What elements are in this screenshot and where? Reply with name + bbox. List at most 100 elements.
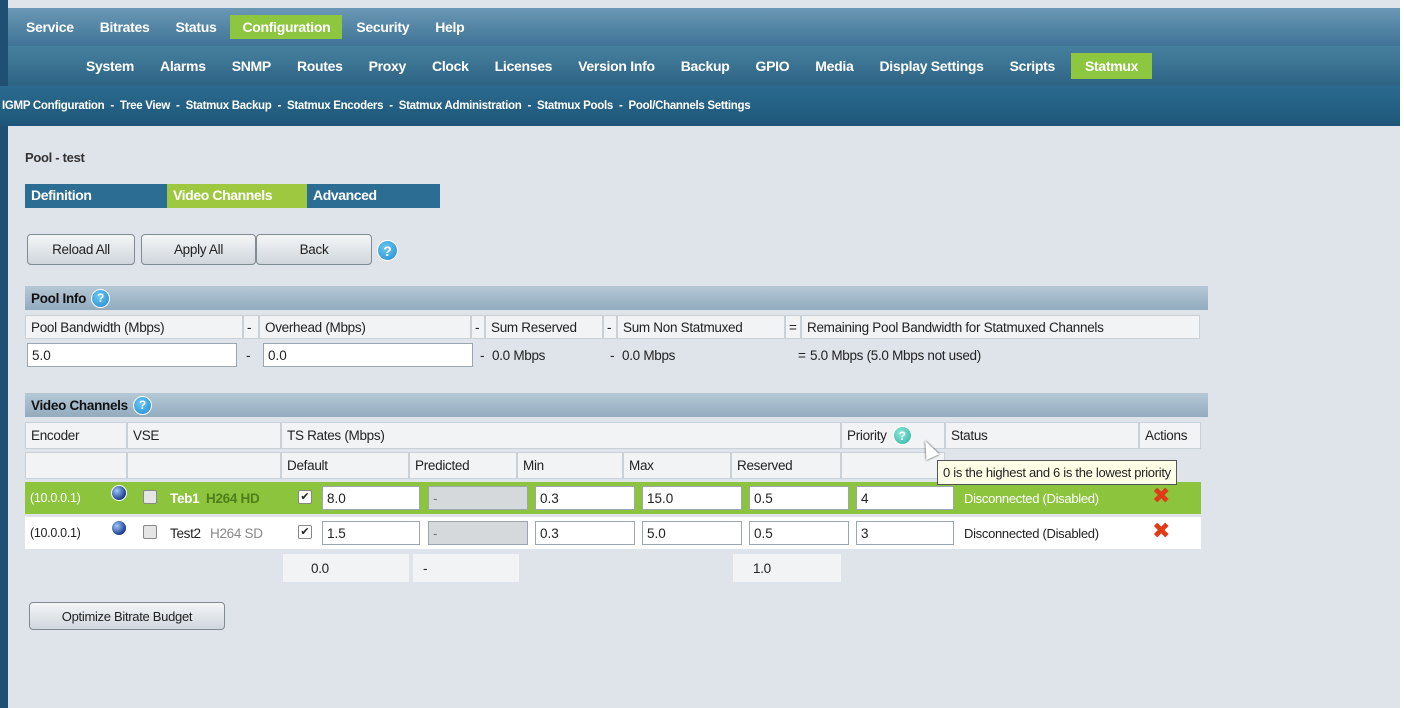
nav-separator: - — [110, 100, 114, 112]
nav-gpio[interactable]: GPIO — [745, 53, 799, 79]
nav-version-info[interactable]: Version Info — [568, 53, 665, 79]
priority-input[interactable]: 3 — [856, 521, 954, 545]
total-predicted: - — [413, 554, 519, 582]
optimize-bitrate-budget-button[interactable]: Optimize Bitrate Budget — [29, 602, 225, 630]
sum-reserved-value: 0.0 Mbps — [492, 347, 546, 363]
delete-x-icon[interactable]: ✖ — [1152, 520, 1170, 542]
col-sum-reserved: Sum Reserved — [485, 315, 603, 339]
operator-minus: - — [610, 347, 615, 363]
operator-minus: - — [603, 315, 617, 339]
max-rate-input[interactable]: 15.0 — [642, 486, 742, 510]
delete-x-icon[interactable]: ✖ — [1152, 485, 1170, 507]
col-min: Min — [517, 452, 623, 479]
default-checkbox[interactable]: ✔ — [298, 490, 312, 504]
link-igmp-configuration[interactable]: IGMP Configuration — [2, 100, 105, 112]
help-icon[interactable]: ? — [377, 240, 398, 261]
nav-clock[interactable]: Clock — [422, 53, 479, 79]
nav-backup[interactable]: Backup — [671, 53, 740, 79]
codec-label: H264 HD — [206, 490, 260, 506]
operator-minus: - — [480, 347, 485, 363]
link-statmux-administration[interactable]: Statmux Administration — [399, 100, 522, 112]
operator-minus: - — [246, 347, 251, 363]
page-title: Pool - test — [25, 150, 85, 165]
table-row[interactable]: (10.0.0.1) Teb1 H264 HD ✔ 8.0 - 0.3 15.0… — [25, 482, 1201, 514]
reload-all-button[interactable]: Reload All — [27, 234, 135, 265]
total-default: 0.0 — [283, 554, 409, 582]
max-rate-input[interactable]: 5.0 — [642, 521, 742, 545]
operator-minus: - — [243, 315, 259, 339]
nav-scripts[interactable]: Scripts — [1000, 53, 1065, 79]
nav-alarms[interactable]: Alarms — [150, 53, 216, 79]
min-rate-input[interactable]: 0.3 — [535, 521, 635, 545]
help-icon[interactable]: ? — [91, 288, 111, 308]
default-rate-input[interactable]: 8.0 — [322, 486, 420, 510]
link-pool-channels-settings[interactable]: Pool/Channels Settings — [628, 100, 750, 112]
overhead-input[interactable]: 0.0 — [263, 343, 473, 367]
pool-info-title: Pool Info — [31, 290, 87, 306]
nav-separator: - — [277, 100, 282, 112]
nav-security[interactable]: Security — [344, 15, 421, 39]
link-statmux-pools[interactable]: Statmux Pools — [537, 100, 613, 112]
back-button[interactable]: Back — [256, 234, 372, 265]
apply-all-button[interactable]: Apply All — [141, 234, 256, 265]
reserved-rate-input[interactable]: 0.5 — [749, 521, 849, 545]
default-checkbox[interactable]: ✔ — [298, 525, 312, 539]
vse-checkbox[interactable] — [143, 525, 157, 539]
col-default: Default — [281, 452, 409, 479]
nav-media[interactable]: Media — [805, 53, 863, 79]
reserved-rate-input[interactable]: 0.5 — [749, 486, 849, 510]
nav-configuration[interactable]: Configuration — [230, 15, 343, 39]
globe-icon[interactable] — [111, 485, 127, 501]
nav-proxy[interactable]: Proxy — [359, 53, 416, 79]
col-sum-non-statmuxed: Sum Non Statmuxed — [617, 315, 785, 339]
nav-snmp[interactable]: SNMP — [222, 53, 281, 79]
codec-label: H264 SD — [210, 525, 263, 541]
nav-status[interactable]: Status — [163, 15, 228, 39]
video-channels-header: Video Channels ? — [25, 393, 1208, 417]
tab-video-channels[interactable]: Video Channels — [167, 184, 307, 208]
nav-licenses[interactable]: Licenses — [485, 53, 563, 79]
subheader-empty — [25, 452, 127, 479]
help-icon[interactable]: ? — [132, 395, 152, 415]
col-reserved: Reserved — [731, 452, 841, 479]
help-icon[interactable]: ? — [892, 426, 912, 445]
link-tree-view[interactable]: Tree View — [120, 100, 170, 112]
nav-help[interactable]: Help — [423, 15, 476, 39]
operator-equals: = — [798, 347, 806, 363]
status-text: Disconnected (Disabled) — [964, 525, 1099, 541]
video-channels-title: Video Channels — [31, 397, 128, 413]
link-statmux-encoders[interactable]: Statmux Encoders — [287, 100, 383, 112]
priority-tooltip: 0 is the highest and 6 is the lowest pri… — [937, 460, 1177, 485]
pool-info-header: Pool Info ? — [25, 286, 1208, 310]
nav-service[interactable]: Service — [14, 15, 86, 39]
col-status: Status — [945, 422, 1139, 449]
predicted-rate-input: - — [428, 521, 528, 545]
pool-bandwidth-input[interactable]: 5.0 — [27, 343, 237, 367]
predicted-rate-input: - — [428, 486, 528, 510]
tab-definition[interactable]: Definition — [25, 184, 167, 208]
link-statmux-backup[interactable]: Statmux Backup — [186, 100, 272, 112]
priority-input[interactable]: 4 — [856, 486, 954, 510]
total-reserved: 1.0 — [733, 554, 841, 582]
default-rate-input[interactable]: 1.5 — [322, 521, 420, 545]
tertiary-nav: IGMP Configuration - Tree View - Statmux… — [0, 86, 1400, 126]
nav-separator: - — [618, 100, 623, 112]
subtabs: Definition Video Channels Advanced — [25, 184, 440, 208]
tab-advanced[interactable]: Advanced — [307, 184, 440, 208]
table-row[interactable]: (10.0.0.1) Test2 H264 SD ✔ 1.5 - 0.3 5.0… — [25, 517, 1201, 549]
col-max: Max — [623, 452, 731, 479]
subheader-empty — [127, 452, 281, 479]
nav-separator: - — [527, 100, 531, 112]
nav-separator: - — [176, 100, 180, 112]
col-overhead: Overhead (Mbps) — [259, 315, 471, 339]
vse-checkbox[interactable] — [143, 490, 157, 504]
col-remaining-bandwidth: Remaining Pool Bandwidth for Statmuxed C… — [801, 315, 1200, 339]
globe-icon[interactable] — [111, 520, 127, 536]
nav-statmux[interactable]: Statmux — [1070, 53, 1153, 79]
nav-bitrates[interactable]: Bitrates — [88, 15, 162, 39]
min-rate-input[interactable]: 0.3 — [535, 486, 635, 510]
nav-system[interactable]: System — [76, 53, 144, 79]
nav-display-settings[interactable]: Display Settings — [869, 53, 993, 79]
nav-routes[interactable]: Routes — [287, 53, 353, 79]
sum-non-statmuxed-value: 0.0 Mbps — [622, 347, 676, 363]
